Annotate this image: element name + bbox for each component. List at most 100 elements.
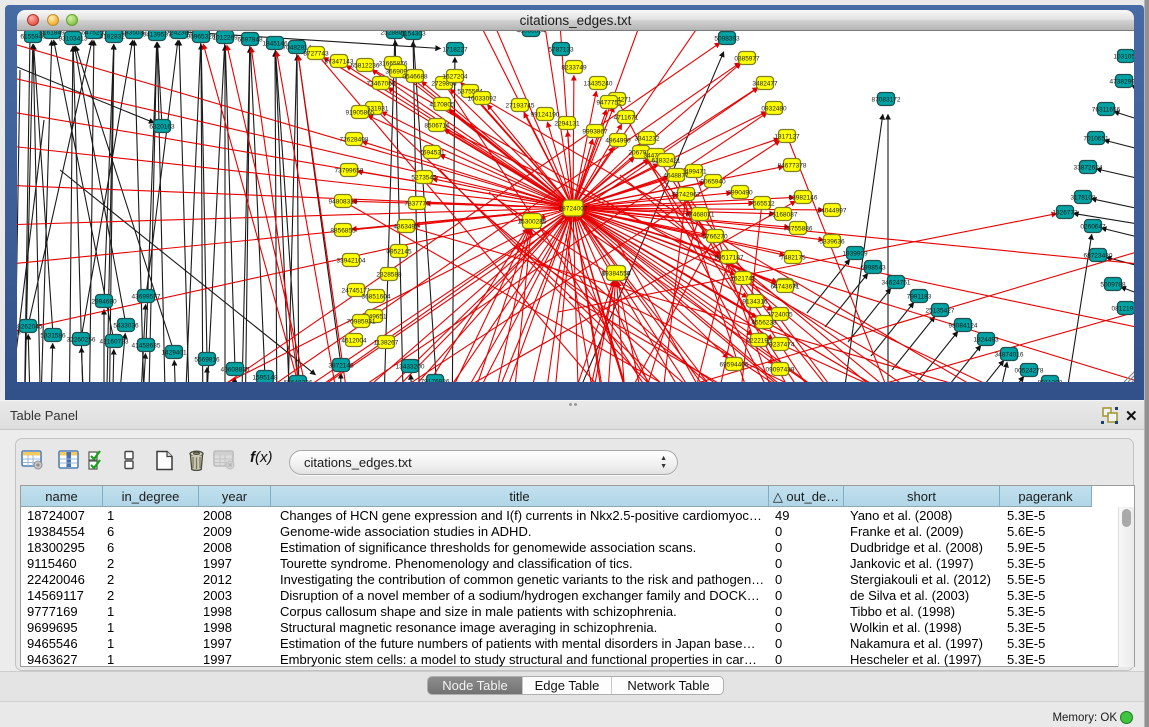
svg-text:41458685: 41458685 — [132, 342, 161, 349]
svg-text:33942104: 33942104 — [337, 257, 366, 264]
svg-text:6697848: 6697848 — [237, 36, 263, 43]
svg-text:0932480: 0932480 — [761, 105, 787, 112]
svg-text:72628498: 72628498 — [340, 136, 369, 143]
svg-text:33872624: 33872624 — [1074, 164, 1103, 171]
svg-text:5569816: 5569816 — [194, 356, 220, 363]
svg-text:45168087: 45168087 — [769, 211, 798, 218]
svg-text:1317127: 1317127 — [774, 133, 800, 140]
svg-text:1138267: 1138267 — [374, 339, 399, 346]
svg-text:1718227: 1718227 — [442, 46, 468, 53]
svg-text:3341232: 3341232 — [634, 135, 660, 142]
svg-text:18724007: 18724007 — [559, 205, 588, 212]
svg-text:5331586: 5331586 — [40, 332, 66, 339]
svg-text:42160733: 42160733 — [100, 338, 129, 345]
svg-text:98262045: 98262045 — [17, 323, 43, 330]
svg-text:43699577: 43699577 — [132, 293, 161, 300]
svg-text:1012269: 1012269 — [212, 34, 238, 41]
svg-text:25135427: 25135427 — [926, 307, 955, 314]
svg-text:7837770: 7837770 — [404, 200, 430, 207]
svg-text:87083172: 87083172 — [872, 96, 901, 103]
svg-text:94808313: 94808313 — [329, 198, 358, 205]
svg-text:67468071: 67468071 — [686, 211, 715, 218]
svg-text:1326773: 1326773 — [1052, 209, 1078, 216]
svg-text:1031051: 1031051 — [1113, 53, 1134, 60]
svg-text:0154303: 0154303 — [400, 31, 426, 37]
svg-text:0546688: 0546688 — [402, 73, 428, 80]
svg-text:47382997: 47382997 — [1110, 78, 1134, 85]
svg-text:84677378: 84677378 — [778, 162, 807, 169]
svg-text:99124190: 99124190 — [531, 111, 560, 118]
svg-text:15300285: 15300285 — [518, 218, 547, 225]
svg-text:2994680: 2994680 — [91, 298, 117, 305]
svg-text:1939909: 1939909 — [842, 250, 868, 257]
svg-text:34874016: 34874016 — [995, 351, 1024, 358]
svg-text:87347143: 87347143 — [325, 58, 354, 65]
svg-text:13433200: 13433200 — [396, 363, 425, 370]
svg-text:1627204: 1627204 — [442, 73, 468, 80]
svg-text:0385977: 0385977 — [734, 55, 760, 62]
svg-text:70985931: 70985931 — [347, 318, 376, 325]
svg-text:6998543: 6998543 — [860, 264, 886, 271]
svg-text:5787133: 5787133 — [548, 46, 574, 53]
svg-text:2294131: 2294131 — [554, 120, 580, 127]
svg-text:0952145: 0952145 — [386, 248, 412, 255]
svg-text:4964990: 4964990 — [605, 137, 631, 144]
svg-text:2621745: 2621745 — [730, 275, 756, 282]
svg-text:5433036: 5433036 — [113, 322, 139, 329]
svg-text:79237474: 79237474 — [766, 341, 795, 348]
svg-text:98084124: 98084124 — [949, 322, 978, 329]
svg-text:73467065: 73467065 — [367, 80, 396, 87]
svg-text:3872148: 3872148 — [328, 362, 354, 369]
svg-text:1824493: 1824493 — [973, 336, 999, 343]
svg-text:09097439: 09097439 — [766, 366, 795, 373]
svg-text:4556238: 4556238 — [751, 319, 777, 326]
svg-text:5098393: 5098393 — [714, 35, 740, 42]
svg-text:5273545: 5273545 — [411, 174, 437, 181]
svg-text:8506716: 8506716 — [424, 122, 450, 129]
svg-text:10033092: 10033092 — [468, 95, 497, 102]
svg-text:3482477: 3482477 — [752, 80, 778, 87]
svg-text:4711671: 4711671 — [614, 114, 639, 121]
svg-text:91905865: 91905865 — [346, 109, 375, 116]
svg-text:00524278: 00524278 — [1015, 367, 1044, 374]
svg-text:78755886: 78755886 — [784, 225, 813, 232]
svg-text:7565512: 7565512 — [749, 200, 775, 207]
svg-text:84044997: 84044997 — [818, 207, 847, 214]
svg-text:6320163: 6320163 — [149, 123, 175, 130]
svg-text:32260256: 32260256 — [67, 336, 96, 343]
svg-text:3178108: 3178108 — [1070, 194, 1096, 201]
svg-text:8727743: 8727743 — [303, 50, 329, 57]
svg-text:7010651: 7010651 — [1083, 135, 1109, 142]
svg-text:5009788: 5009788 — [1100, 281, 1126, 288]
svg-text:76311656: 76311656 — [1092, 106, 1121, 113]
svg-text:8011280: 8011280 — [1038, 379, 1063, 382]
svg-text:19384554: 19384554 — [602, 270, 631, 277]
svg-text:5339636: 5339636 — [819, 238, 845, 245]
svg-text:8233749: 8233749 — [561, 64, 587, 71]
svg-text:5766270: 5766270 — [702, 233, 728, 240]
svg-text:8856855: 8856855 — [330, 227, 356, 234]
svg-text:63982146: 63982146 — [789, 194, 818, 201]
svg-text:13435240: 13435240 — [584, 80, 613, 87]
svg-text:9134316: 9134316 — [742, 298, 768, 305]
svg-text:4648877: 4648877 — [663, 172, 689, 179]
svg-text:78742967: 78742967 — [672, 191, 701, 198]
svg-text:7694531: 7694531 — [419, 149, 445, 156]
svg-text:9477752: 9477752 — [596, 99, 622, 106]
svg-text:89517187: 89517187 — [715, 254, 744, 261]
svg-text:68723430: 68723430 — [1084, 252, 1113, 259]
svg-text:27193745: 27193745 — [506, 102, 535, 109]
svg-text:08121913: 08121913 — [1112, 305, 1134, 312]
svg-text:79176936: 79176936 — [421, 378, 450, 382]
svg-text:4170805: 4170805 — [429, 101, 455, 108]
svg-text:7991183: 7991183 — [907, 293, 932, 300]
svg-text:4612004: 4612004 — [341, 337, 367, 344]
svg-text:61832421: 61832421 — [652, 157, 681, 164]
svg-text:1595148: 1595148 — [252, 374, 278, 381]
svg-text:64743671: 64743671 — [771, 283, 800, 290]
svg-text:40608835: 40608835 — [221, 366, 250, 373]
svg-text:0260647: 0260647 — [1080, 223, 1106, 230]
svg-text:55812236: 55812236 — [351, 62, 380, 69]
svg-text:9993867: 9993867 — [582, 128, 608, 135]
svg-text:8895798: 8895798 — [17, 329, 21, 336]
